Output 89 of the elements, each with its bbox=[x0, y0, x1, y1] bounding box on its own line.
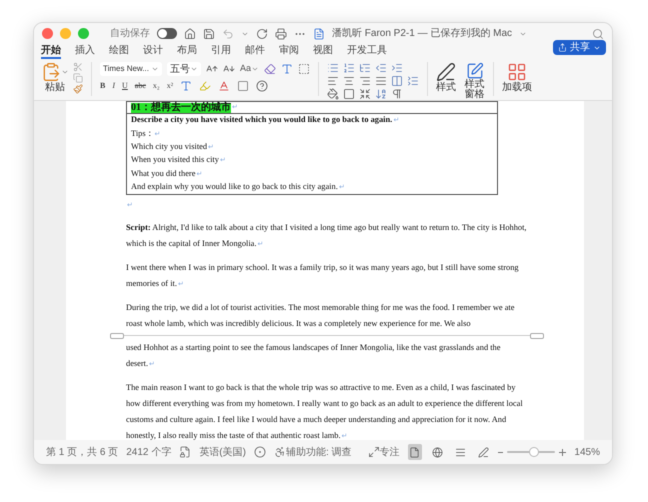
print-icon[interactable] bbox=[275, 28, 287, 40]
styles-icon[interactable] bbox=[436, 62, 456, 82]
font-name-select[interactable]: Times New... bbox=[100, 62, 162, 76]
caret-icon[interactable] bbox=[61, 68, 69, 76]
ribbon-tab[interactable]: 引用 bbox=[211, 44, 231, 59]
ribbon-tab[interactable]: 布局 bbox=[177, 44, 197, 59]
copy-icon[interactable] bbox=[73, 73, 83, 83]
highlighter-icon[interactable] bbox=[199, 80, 212, 92]
table-line: Tips： bbox=[131, 128, 154, 140]
word-count: 2412 个字 bbox=[126, 446, 172, 460]
view-button[interactable] bbox=[408, 444, 422, 460]
ribbon-tab[interactable]: 邮件 bbox=[245, 44, 265, 59]
table-line: And explain why you would like to go back to this city again. bbox=[131, 180, 338, 193]
record-icon[interactable] bbox=[254, 446, 266, 458]
share-icon bbox=[558, 43, 567, 52]
indent-increase-icon[interactable] bbox=[391, 62, 404, 74]
table-line: What you did there bbox=[131, 168, 196, 180]
sort-icon[interactable] bbox=[375, 88, 388, 100]
styles-pane-icon[interactable] bbox=[466, 62, 484, 80]
paragraph: During the trip, we did a lot of tourist activities. The most memorable thing for me was the food. I remember we ate roast whole lamb, which was incredibly delicious. It was a completely new experience for me. We also bbox=[126, 302, 516, 330]
styles-label: 样式 bbox=[436, 82, 456, 93]
draft-view-icon bbox=[478, 446, 489, 458]
format-button[interactable]: B bbox=[100, 80, 106, 92]
print-view-icon bbox=[409, 446, 420, 458]
close-button[interactable] bbox=[42, 28, 53, 39]
accessibility-status[interactable]: 辅助功能: 调查 bbox=[286, 444, 352, 460]
addins-icon[interactable] bbox=[507, 62, 528, 82]
save-icon[interactable] bbox=[203, 28, 215, 40]
format-painter-icon[interactable] bbox=[73, 84, 83, 94]
addins-label: 加载项 bbox=[502, 82, 532, 93]
zoom-percent[interactable]: 145% bbox=[574, 444, 600, 460]
font-color-icon[interactable] bbox=[218, 80, 230, 92]
zoom-button[interactable] bbox=[78, 28, 89, 39]
ribbon-tab[interactable]: 审阅 bbox=[279, 44, 299, 59]
page-count: 第 1 页，共 6 页 bbox=[46, 446, 118, 460]
document-icon bbox=[313, 28, 325, 40]
format-button[interactable]: I bbox=[112, 80, 116, 92]
zoom-thumb[interactable] bbox=[528, 447, 539, 457]
styles-pane-label: 样式窗格 bbox=[464, 80, 486, 100]
window-title: 潘凯昕 Faron P2-1 — 已保存到我的 Mac bbox=[332, 26, 512, 41]
undo-icon[interactable] bbox=[222, 28, 234, 40]
home-icon[interactable] bbox=[184, 28, 196, 40]
table-line: Describe a city you have visited which you would like to go back to again. bbox=[131, 114, 392, 126]
autosave-label: 自动保存 bbox=[110, 27, 150, 41]
ribbon-tab[interactable]: 设计 bbox=[143, 44, 163, 59]
table-line: When you visited this city bbox=[131, 154, 219, 166]
paste-label: 粘贴 bbox=[45, 82, 65, 93]
shading-fill-icon[interactable] bbox=[327, 88, 340, 100]
justify-icon[interactable] bbox=[375, 75, 388, 87]
borders-icon[interactable] bbox=[343, 88, 356, 100]
accessibility-icon[interactable] bbox=[274, 446, 286, 458]
ribbon-tab[interactable]: 视图 bbox=[313, 44, 333, 59]
page-handle[interactable] bbox=[110, 332, 124, 339]
multilevel-list-icon[interactable] bbox=[359, 62, 372, 74]
font-size-select[interactable]: 五号 bbox=[167, 62, 201, 76]
format-button[interactable]: x² bbox=[166, 80, 174, 92]
change-case-button[interactable]: Aa bbox=[240, 62, 260, 76]
share-button[interactable]: 共享 bbox=[553, 40, 606, 55]
outline-view-icon bbox=[454, 446, 466, 458]
heading-text: 01：想再去一次的城市 bbox=[131, 102, 231, 112]
page-handle[interactable] bbox=[530, 332, 544, 339]
autosave-toggle[interactable] bbox=[157, 28, 177, 39]
format-button[interactable]: x₂ bbox=[152, 80, 160, 92]
character-border-icon[interactable] bbox=[298, 63, 310, 75]
align-left-icon[interactable] bbox=[327, 75, 340, 87]
numbering-icon[interactable] bbox=[343, 62, 356, 74]
ribbon-tab[interactable]: 插入 bbox=[75, 44, 95, 59]
focus-icon[interactable] bbox=[368, 446, 380, 458]
ribbon-tab[interactable]: 绘图 bbox=[109, 44, 129, 59]
show-marks-icon[interactable] bbox=[391, 88, 404, 100]
paste-icon[interactable] bbox=[41, 62, 61, 82]
caret-icon[interactable] bbox=[190, 65, 198, 73]
clear-format-icon[interactable] bbox=[264, 63, 276, 75]
search-icon[interactable] bbox=[592, 28, 604, 40]
format-button[interactable]: abc bbox=[134, 80, 146, 92]
redo-icon[interactable] bbox=[256, 28, 268, 40]
cut-icon[interactable] bbox=[73, 62, 83, 72]
align-right-icon[interactable] bbox=[359, 75, 372, 87]
indent-decrease-icon[interactable] bbox=[375, 62, 388, 74]
ribbon-tab[interactable]: 开发工具 bbox=[347, 44, 387, 59]
language-status[interactable]: 英语(美国) bbox=[199, 444, 246, 460]
zoom-in-icon[interactable] bbox=[559, 448, 566, 456]
caret-icon[interactable] bbox=[251, 65, 260, 73]
table-line: Which city you visited bbox=[131, 140, 208, 153]
caret-icon[interactable] bbox=[151, 65, 159, 73]
focus-button[interactable]: 专注 bbox=[380, 444, 400, 460]
web-view-icon bbox=[432, 446, 444, 458]
format-button[interactable]: U bbox=[122, 80, 128, 92]
align-center-icon[interactable] bbox=[343, 75, 356, 87]
